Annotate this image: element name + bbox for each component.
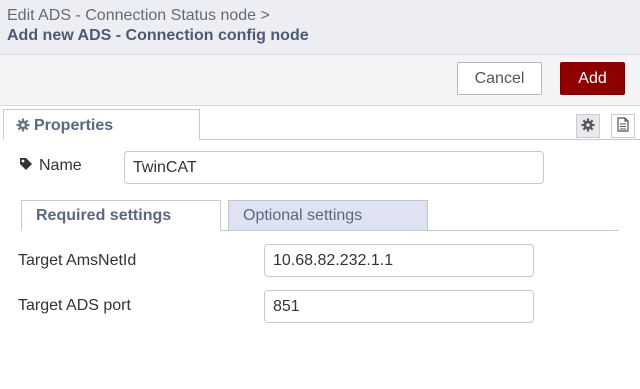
target-amsnetid-label: Target AmsNetId (18, 252, 137, 269)
name-label-text: Name (39, 157, 82, 174)
tab-properties[interactable]: Properties (3, 109, 200, 140)
dialog-toolbar (0, 55, 640, 104)
name-input[interactable] (124, 151, 544, 184)
breadcrumb[interactable]: Edit ADS - Connection Status node > (7, 7, 270, 25)
add-button[interactable]: Add (560, 62, 625, 95)
dialog-title: Add new ADS - Connection config node (7, 27, 309, 44)
target-amsnetid-input[interactable] (264, 244, 534, 277)
settings-gear-button[interactable] (576, 114, 600, 138)
tab-required-settings[interactable]: Required settings (21, 200, 221, 231)
dialog-header: Edit ADS - Connection Status node > Add … (0, 0, 640, 55)
target-ads-port-input[interactable] (264, 290, 534, 323)
cancel-button[interactable]: Cancel (457, 62, 542, 95)
tag-icon (19, 157, 33, 175)
gear-icon (581, 117, 595, 134)
document-icon (617, 117, 629, 134)
target-ads-port-label: Target ADS port (18, 297, 131, 314)
name-field-label: Name (19, 157, 82, 175)
tab-optional-settings[interactable]: Optional settings (228, 200, 428, 231)
gear-icon (16, 118, 30, 136)
tab-properties-label: Properties (34, 117, 114, 134)
description-button[interactable] (611, 114, 635, 138)
